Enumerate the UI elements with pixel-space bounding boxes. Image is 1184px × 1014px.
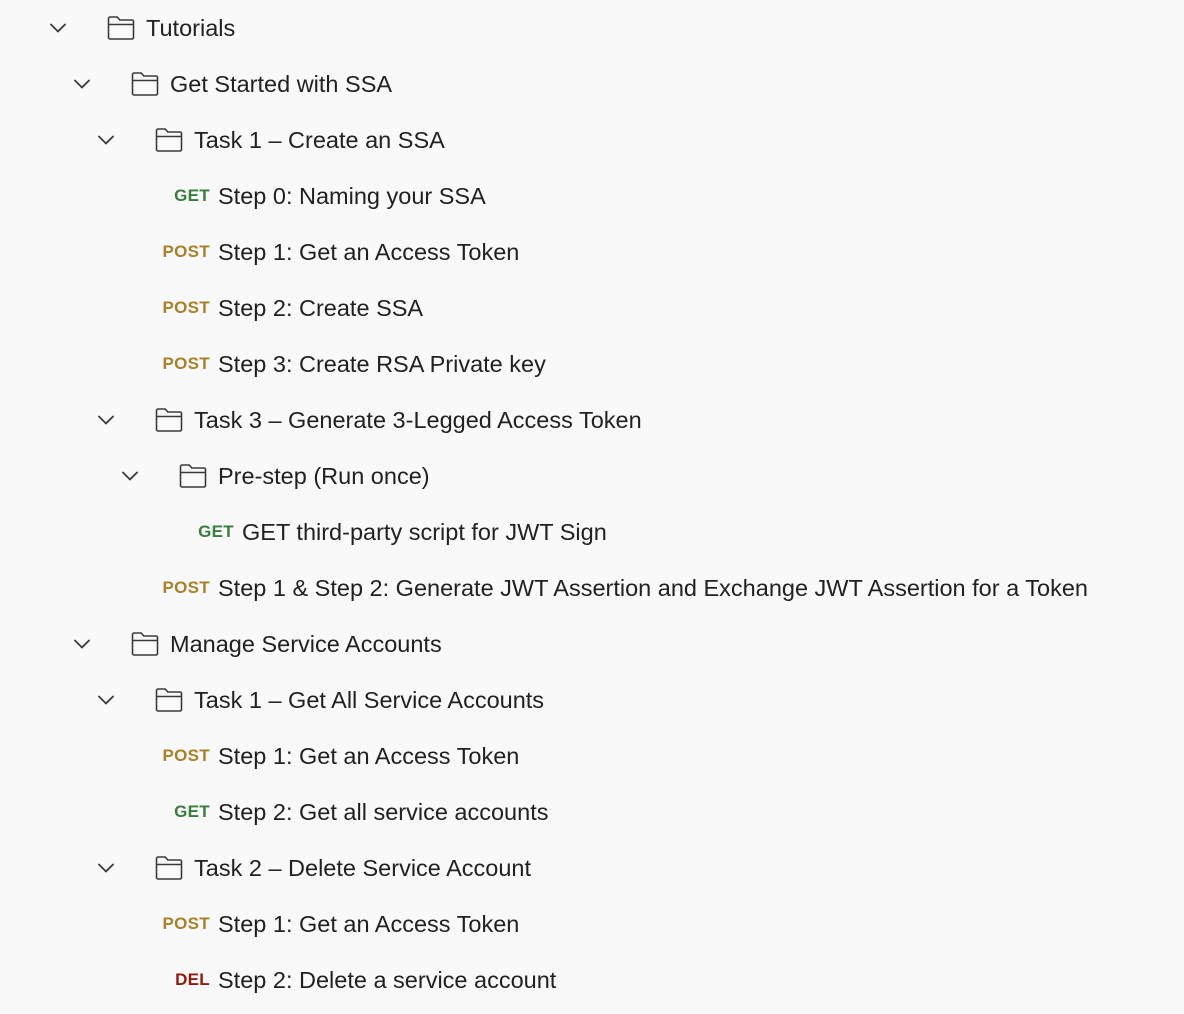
- method-badge: POST: [162, 746, 210, 765]
- method-badge: POST: [162, 914, 210, 933]
- request-row[interactable]: POST Step 1: Get an Access Token: [0, 896, 1184, 952]
- request-label: Step 2: Delete a service account: [218, 967, 557, 993]
- request-row[interactable]: GET Step 2: Get all service accounts: [0, 784, 1184, 840]
- request-label: Step 2: Create SSA: [218, 295, 424, 321]
- method-badge: DEL: [175, 970, 210, 989]
- request-row[interactable]: POST Step 3: Create RSA Private key: [0, 336, 1184, 392]
- method-badge: POST: [162, 578, 210, 597]
- request-label: Step 3: Create RSA Private key: [218, 351, 546, 377]
- folder-icon: [155, 687, 183, 713]
- request-row[interactable]: POST Step 1: Get an Access Token: [0, 728, 1184, 784]
- request-label: Step 1: Get an Access Token: [218, 911, 520, 937]
- request-label: Step 2: Get all service accounts: [218, 799, 549, 825]
- request-row[interactable]: POST Step 2: Create SSA: [0, 280, 1184, 336]
- request-label: Step 1: Get an Access Token: [218, 239, 520, 265]
- chevron-down-icon[interactable]: [95, 689, 117, 711]
- folder-label: Tutorials: [146, 15, 236, 41]
- folder-row[interactable]: Get Started with SSA: [0, 56, 1184, 112]
- folder-label: Pre-step (Run once): [218, 463, 430, 489]
- method-badge: GET: [174, 802, 210, 821]
- request-label: GET third-party script for JWT Sign: [242, 519, 607, 545]
- folder-label: Task 1 – Create an SSA: [194, 127, 445, 153]
- folder-row[interactable]: Manage Service Accounts: [0, 616, 1184, 672]
- method-badge: GET: [174, 186, 210, 205]
- chevron-down-icon[interactable]: [95, 857, 117, 879]
- chevron-down-icon[interactable]: [47, 17, 69, 39]
- request-label: Step 1: Get an Access Token: [218, 743, 520, 769]
- folder-row[interactable]: Task 2 – Delete Service Account: [0, 840, 1184, 896]
- folder-label: Task 1 – Get All Service Accounts: [194, 687, 545, 713]
- folder-row[interactable]: Pre-step (Run once): [0, 448, 1184, 504]
- request-label: Step 0: Naming your SSA: [218, 183, 486, 209]
- request-row[interactable]: GET GET third-party script for JWT Sign: [0, 504, 1184, 560]
- chevron-down-icon[interactable]: [119, 465, 141, 487]
- folder-icon: [131, 631, 159, 657]
- folder-row[interactable]: Task 1 – Get All Service Accounts: [0, 672, 1184, 728]
- request-row[interactable]: GET Step 0: Naming your SSA: [0, 168, 1184, 224]
- folder-icon: [155, 855, 183, 881]
- method-badge: POST: [162, 298, 210, 317]
- chevron-down-icon[interactable]: [95, 129, 117, 151]
- folder-label: Task 3 – Generate 3-Legged Access Token: [194, 407, 642, 433]
- request-row[interactable]: DEL Step 2: Delete a service account: [0, 952, 1184, 1008]
- chevron-down-icon[interactable]: [71, 73, 93, 95]
- folder-label: Get Started with SSA: [170, 71, 393, 97]
- folder-icon: [107, 15, 135, 41]
- folder-icon: [131, 71, 159, 97]
- chevron-down-icon[interactable]: [95, 409, 117, 431]
- folder-row[interactable]: Task 1 – Create an SSA: [0, 112, 1184, 168]
- collection-tree: Tutorials Get Started with SSA Task 1 – Cr…: [0, 0, 1184, 1014]
- folder-row[interactable]: Task 3 – Generate 3-Legged Access Token: [0, 392, 1184, 448]
- request-row[interactable]: POST Step 1 & Step 2: Generate JWT Assert…: [0, 560, 1184, 616]
- folder-label: Manage Service Accounts: [170, 631, 442, 657]
- folder-icon: [155, 127, 183, 153]
- folder-icon: [179, 463, 207, 489]
- folder-row[interactable]: Tutorials: [0, 0, 1184, 56]
- request-label: Step 1 & Step 2: Generate JWT Assertion …: [218, 575, 1088, 601]
- chevron-down-icon[interactable]: [71, 633, 93, 655]
- folder-icon: [155, 407, 183, 433]
- request-row[interactable]: POST Step 1: Get an Access Token: [0, 224, 1184, 280]
- method-badge: POST: [162, 242, 210, 261]
- method-badge: GET: [198, 522, 234, 541]
- method-badge: POST: [162, 354, 210, 373]
- folder-label: Task 2 – Delete Service Account: [194, 855, 532, 881]
